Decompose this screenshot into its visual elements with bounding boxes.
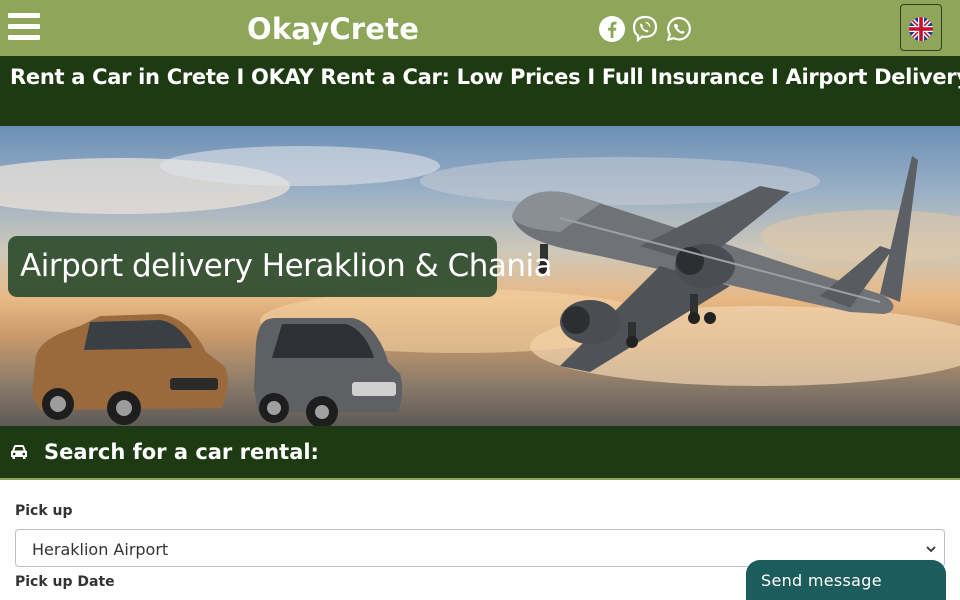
- hero-caption: Airport delivery Heraklion & Chania: [8, 236, 553, 297]
- menu-bar-line: [8, 24, 40, 29]
- send-message-button[interactable]: Send message: [746, 560, 946, 600]
- page-headline: Rent a Car in Crete I OKAY Rent a Car: L…: [10, 65, 960, 89]
- viber-icon[interactable]: [631, 15, 659, 43]
- uk-flag-icon: [909, 17, 933, 41]
- hero-banner: Airport delivery Heraklion & Chania: [0, 126, 960, 426]
- language-selector-button[interactable]: [900, 4, 942, 51]
- brand-title[interactable]: OkayCrete: [247, 12, 419, 46]
- menu-bar-line: [8, 13, 40, 18]
- pickup-label: Pick up: [15, 503, 73, 519]
- search-section-title: Search for a car rental:: [44, 440, 319, 464]
- pickup-date-label: Pick up Date: [15, 574, 115, 590]
- top-navigation-bar: OkayCrete: [0, 0, 960, 56]
- pickup-location-value: Heraklion Airport: [32, 540, 169, 559]
- chevron-down-icon: [926, 546, 936, 553]
- hamburger-menu-icon[interactable]: [8, 13, 40, 45]
- search-section-header: Search for a car rental:: [0, 426, 960, 480]
- brown-car-graphic: [32, 314, 228, 425]
- hero-caption-text: Airport delivery Heraklion & Chania: [20, 248, 553, 284]
- facebook-icon[interactable]: [598, 15, 626, 43]
- send-message-label: Send message: [761, 571, 882, 590]
- whatsapp-icon[interactable]: [665, 15, 693, 43]
- headline-bar: Rent a Car in Crete I OKAY Rent a Car: L…: [0, 56, 960, 126]
- menu-bar-line: [8, 35, 40, 40]
- car-icon: [11, 445, 27, 459]
